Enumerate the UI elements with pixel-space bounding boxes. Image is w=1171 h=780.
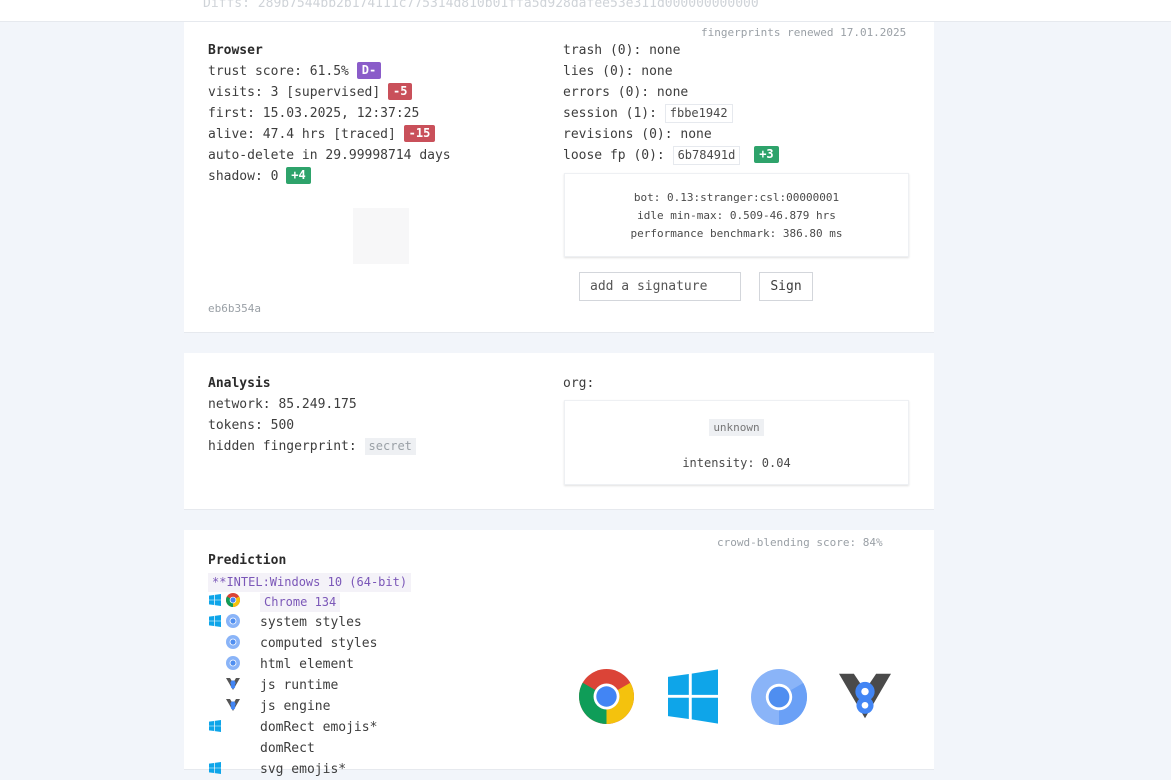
loose-fp-hash: 6b78491d xyxy=(672,146,741,165)
alive-text: alive: 47.4 hrs [traced] xyxy=(208,127,396,142)
trust-score: trust score: 61.5% D- xyxy=(208,61,382,82)
chrome-logo-icon xyxy=(579,669,634,724)
lies: lies (0): none xyxy=(563,64,673,79)
browser-card: fingerprints renewed 17.01.2025 Browser … xyxy=(184,22,934,332)
prediction-row: system styles xyxy=(260,615,362,630)
chromium-icon xyxy=(226,614,240,628)
top-bar: Diffs: 289b7544bb2b174111c775314d810b01f… xyxy=(0,0,1171,22)
idle-range: idle min-max: 0.509-46.879 hrs xyxy=(637,209,836,222)
prediction-row: html element xyxy=(260,657,354,672)
loose-fp-badge: +3 xyxy=(754,146,779,163)
v8-logo-icon xyxy=(839,673,891,719)
loose-fp: loose fp (0): 6b78491d +3 xyxy=(563,145,779,166)
alive: alive: 47.4 hrs [traced] -15 xyxy=(208,124,436,145)
session-hash: fbbe1942 xyxy=(664,104,733,123)
chromium-icon xyxy=(226,656,240,670)
trash: trash (0): none xyxy=(563,43,681,58)
windows-icon xyxy=(209,762,221,774)
platform-prediction: **INTEL:Windows 10 (64-bit) xyxy=(208,573,412,592)
windows-icon xyxy=(209,594,221,606)
windows-icon xyxy=(209,615,221,627)
network: network: 85.249.175 xyxy=(208,397,357,412)
org-value-wrap: unknown xyxy=(565,416,908,436)
shadow: shadow: 0 +4 xyxy=(208,166,311,187)
browser-prediction-row: Chrome 134 xyxy=(260,592,341,613)
prediction-row: domRect emojis* xyxy=(260,720,378,735)
visits-badge: -5 xyxy=(388,83,413,100)
prediction-title: Prediction xyxy=(208,553,287,568)
prediction-card: crowd-blending score: 84% Prediction **I… xyxy=(184,530,934,777)
hidden-fingerprint-label: hidden fingerprint: xyxy=(208,439,357,454)
shadow-text: shadow: 0 xyxy=(208,169,279,184)
sign-button[interactable]: Sign xyxy=(759,272,813,301)
browser-prediction: Chrome 134 xyxy=(260,593,341,612)
signature-input[interactable]: add a signature xyxy=(579,272,741,301)
diffs-hash: Diffs: 289b7544bb2b174111c775314d810b01f… xyxy=(203,0,759,11)
session: session (1): fbbe1942 xyxy=(563,103,733,124)
windows-logo-icon xyxy=(668,669,718,724)
errors: errors (0): none xyxy=(563,85,689,100)
chromium-logo-icon xyxy=(751,669,807,725)
loose-fp-label: loose fp (0): xyxy=(563,148,665,163)
alive-badge: -15 xyxy=(403,125,436,142)
revisions: revisions (0): none xyxy=(563,127,712,142)
visits: visits: 3 [supervised] -5 xyxy=(208,82,413,103)
v8-icon xyxy=(226,699,240,711)
fingerprint-image xyxy=(353,208,409,264)
trust-grade-badge: D- xyxy=(356,62,382,79)
shadow-badge: +4 xyxy=(286,167,311,184)
prediction-row: js runtime xyxy=(260,678,339,693)
hidden-fingerprint: hidden fingerprint: secret xyxy=(208,436,416,457)
visits-text: visits: 3 [supervised] xyxy=(208,85,381,100)
prediction-row: domRect xyxy=(260,741,315,756)
performance-benchmark: performance benchmark: 386.80 ms xyxy=(630,227,843,240)
bot-score: bot: 0.13:stranger:csl:00000001 xyxy=(633,191,840,204)
hidden-fingerprint-value: secret xyxy=(364,438,416,455)
chrome-icon xyxy=(226,593,240,607)
browser-title: Browser xyxy=(208,43,263,58)
v8-icon xyxy=(226,678,240,690)
org-box: unknown intensity: 0.04 xyxy=(564,400,909,485)
windows-icon xyxy=(209,720,221,732)
trust-score-text: trust score: 61.5% xyxy=(208,64,349,79)
org-value: unknown xyxy=(709,419,764,436)
session-label: session (1): xyxy=(563,106,657,121)
fingerprints-renewed: fingerprints renewed 17.01.2025 xyxy=(701,26,907,39)
auto-delete: auto-delete in 29.99998714 days xyxy=(208,148,451,163)
first-seen: first: 15.03.2025, 12:37:25 xyxy=(208,106,420,121)
intensity: intensity: 0.04 xyxy=(682,456,791,470)
prediction-row: js engine xyxy=(260,699,331,714)
analysis-card: Analysis network: 85.249.175 tokens: 500… xyxy=(184,353,934,509)
prediction-row: svg emojis* xyxy=(260,762,347,777)
crowd-blending-score: crowd-blending score: 84% xyxy=(717,536,883,549)
platform-row: **INTEL:Windows 10 (64-bit) xyxy=(208,572,412,593)
prediction-row: computed styles xyxy=(260,636,378,651)
analysis-title: Analysis xyxy=(208,376,271,391)
org-label: org: xyxy=(563,376,595,391)
chromium-icon xyxy=(226,635,240,649)
browser-hash: eb6b354a xyxy=(208,302,261,315)
bot-info-box: bot: 0.13:stranger:csl:00000001 idle min… xyxy=(564,173,909,257)
tokens: tokens: 500 xyxy=(208,418,295,433)
